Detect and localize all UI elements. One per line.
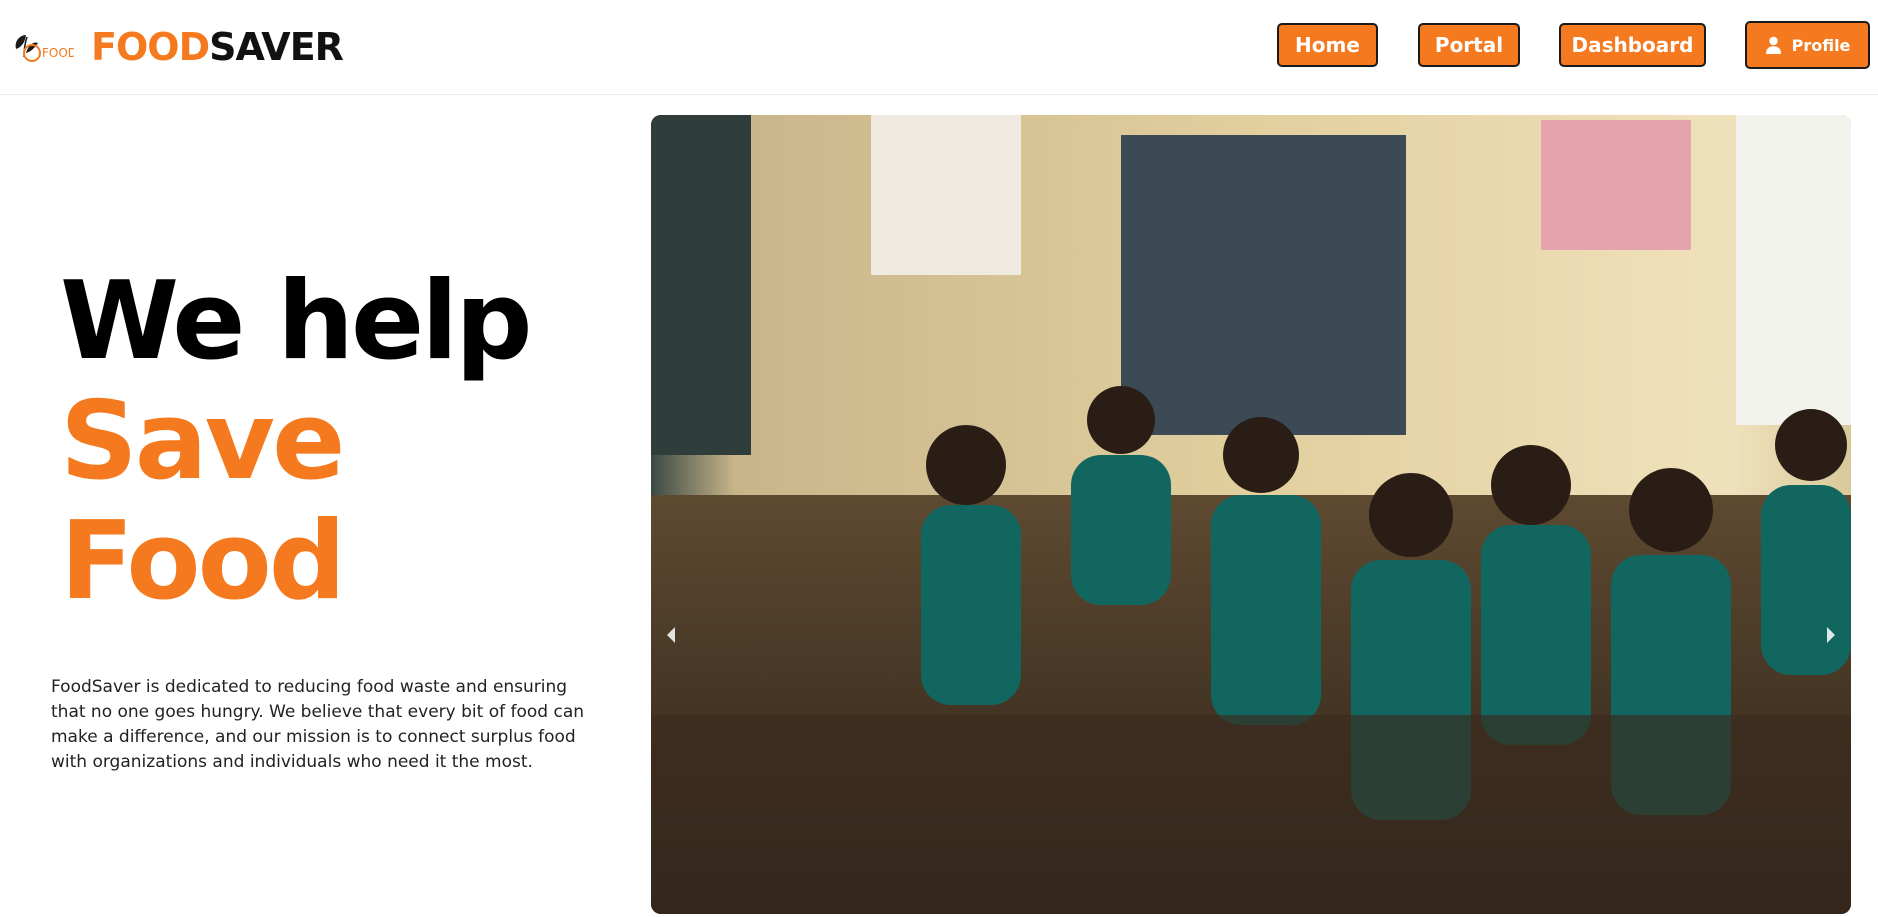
hero-line-1: We help bbox=[60, 259, 533, 384]
chevron-left-icon bbox=[667, 627, 675, 643]
nav-dashboard-button[interactable]: Dashboard bbox=[1559, 23, 1706, 67]
chevron-right-icon bbox=[1827, 627, 1835, 643]
nav-home-button[interactable]: Home bbox=[1277, 23, 1378, 67]
nav-profile-button[interactable]: Profile bbox=[1745, 21, 1870, 69]
logo[interactable]: FOOD bbox=[10, 27, 77, 65]
hero-title: We help Save Food bbox=[60, 259, 533, 624]
carousel-prev-arrow[interactable] bbox=[656, 615, 686, 655]
nav-portal-button[interactable]: Portal bbox=[1418, 23, 1520, 67]
logo-text: FOOD bbox=[42, 46, 74, 60]
classroom-photo bbox=[651, 115, 1851, 914]
profile-label: Profile bbox=[1791, 35, 1851, 55]
leaf-logo-icon: FOOD bbox=[15, 35, 77, 62]
brand-name[interactable]: FOODSAVER bbox=[91, 24, 344, 70]
hero-line-2: Save bbox=[60, 379, 345, 504]
hero-line-3: Food bbox=[60, 499, 346, 624]
brand-part-food: FOOD bbox=[91, 25, 210, 69]
hero-description: FoodSaver is dedicated to reducing food … bbox=[51, 677, 585, 772]
image-carousel bbox=[651, 115, 1851, 914]
carousel-next-arrow[interactable] bbox=[1816, 615, 1846, 655]
navbar: FOOD FOODSAVER Home Portal Dashboard Pro… bbox=[0, 0, 1878, 95]
user-icon bbox=[1765, 36, 1781, 54]
brand-part-saver: SAVER bbox=[209, 25, 344, 69]
